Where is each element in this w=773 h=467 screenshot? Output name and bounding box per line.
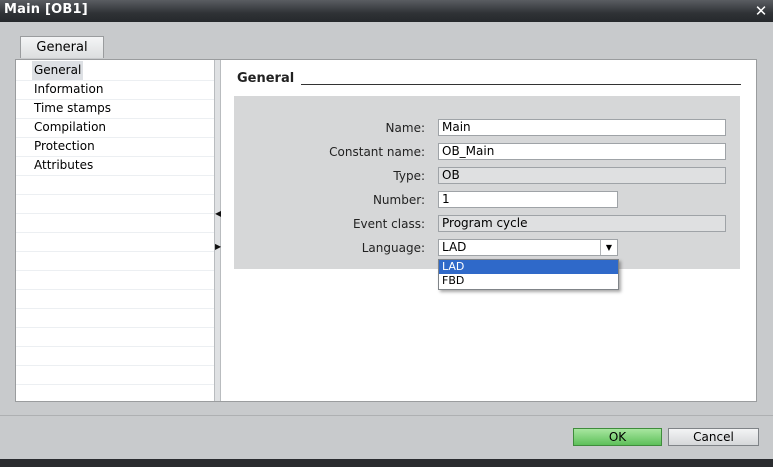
- name-field[interactable]: Main: [438, 119, 726, 136]
- nav-divider: [16, 327, 214, 328]
- nav-divider: [16, 194, 214, 195]
- nav-divider: [16, 308, 214, 309]
- sidebar-item-information[interactable]: Information: [32, 80, 105, 99]
- section-title: General: [237, 71, 295, 86]
- properties-panel: General Name: Main Constant name: OB_Mai…: [221, 60, 756, 401]
- section-rule: [301, 84, 741, 85]
- language-selected-value: LAD: [442, 240, 467, 254]
- sidebar-item-compilation[interactable]: Compilation: [32, 118, 108, 137]
- language-label: Language:: [361, 241, 425, 255]
- nav-divider: [16, 289, 214, 290]
- nav-divider: [16, 384, 214, 385]
- type-field: OB: [438, 167, 726, 184]
- sidebar-item-attributes[interactable]: Attributes: [32, 156, 95, 175]
- splitter[interactable]: ◀ ▶: [214, 60, 221, 401]
- nav-divider: [16, 213, 214, 214]
- tab-strip: General: [0, 22, 773, 60]
- chevron-down-icon[interactable]: ▼: [600, 240, 617, 255]
- ok-button[interactable]: OK: [573, 428, 662, 446]
- constant-name-field[interactable]: OB_Main: [438, 143, 726, 160]
- close-icon[interactable]: ✕: [752, 2, 770, 20]
- collapse-left-icon[interactable]: ◀: [215, 208, 221, 220]
- window-bottom-edge: [0, 459, 773, 467]
- nav-divider: [16, 251, 214, 252]
- sidebar-item-general[interactable]: General: [32, 61, 84, 80]
- title-bar[interactable]: Main [OB1] ✕: [0, 0, 773, 22]
- dropdown-option-fbd[interactable]: FBD: [439, 274, 618, 288]
- nav-divider: [16, 346, 214, 347]
- nav-divider: [16, 232, 214, 233]
- expand-right-icon[interactable]: ▶: [215, 241, 221, 253]
- content-area: General Information Time stamps Compilat…: [15, 59, 757, 402]
- nav-divider: [16, 175, 214, 176]
- nav-divider: [16, 270, 214, 271]
- number-label: Number:: [372, 193, 425, 207]
- event-class-label: Event class:: [352, 217, 425, 231]
- window-title: Main [OB1]: [4, 2, 88, 17]
- event-class-field: Program cycle: [438, 215, 726, 232]
- general-field-group: Name: Main Constant name: OB_Main Type: …: [234, 96, 740, 269]
- button-bar: OK Cancel: [0, 415, 773, 460]
- sidebar-item-time-stamps[interactable]: Time stamps: [32, 99, 113, 118]
- language-select[interactable]: LAD ▼: [438, 239, 618, 256]
- sidebar-item-protection[interactable]: Protection: [32, 137, 97, 156]
- cancel-button[interactable]: Cancel: [668, 428, 759, 446]
- sidebar-nav: General Information Time stamps Compilat…: [16, 60, 214, 401]
- number-field[interactable]: 1: [438, 191, 618, 208]
- language-dropdown-list: LAD FBD: [438, 259, 619, 290]
- constant-name-label: Constant name:: [329, 145, 425, 159]
- nav-divider: [16, 365, 214, 366]
- properties-dialog: Main [OB1] ✕ General General Information…: [0, 0, 773, 467]
- dropdown-option-lad[interactable]: LAD: [439, 260, 618, 274]
- name-label: Name:: [385, 121, 425, 135]
- tab-general[interactable]: General: [20, 36, 104, 58]
- type-label: Type:: [393, 169, 425, 183]
